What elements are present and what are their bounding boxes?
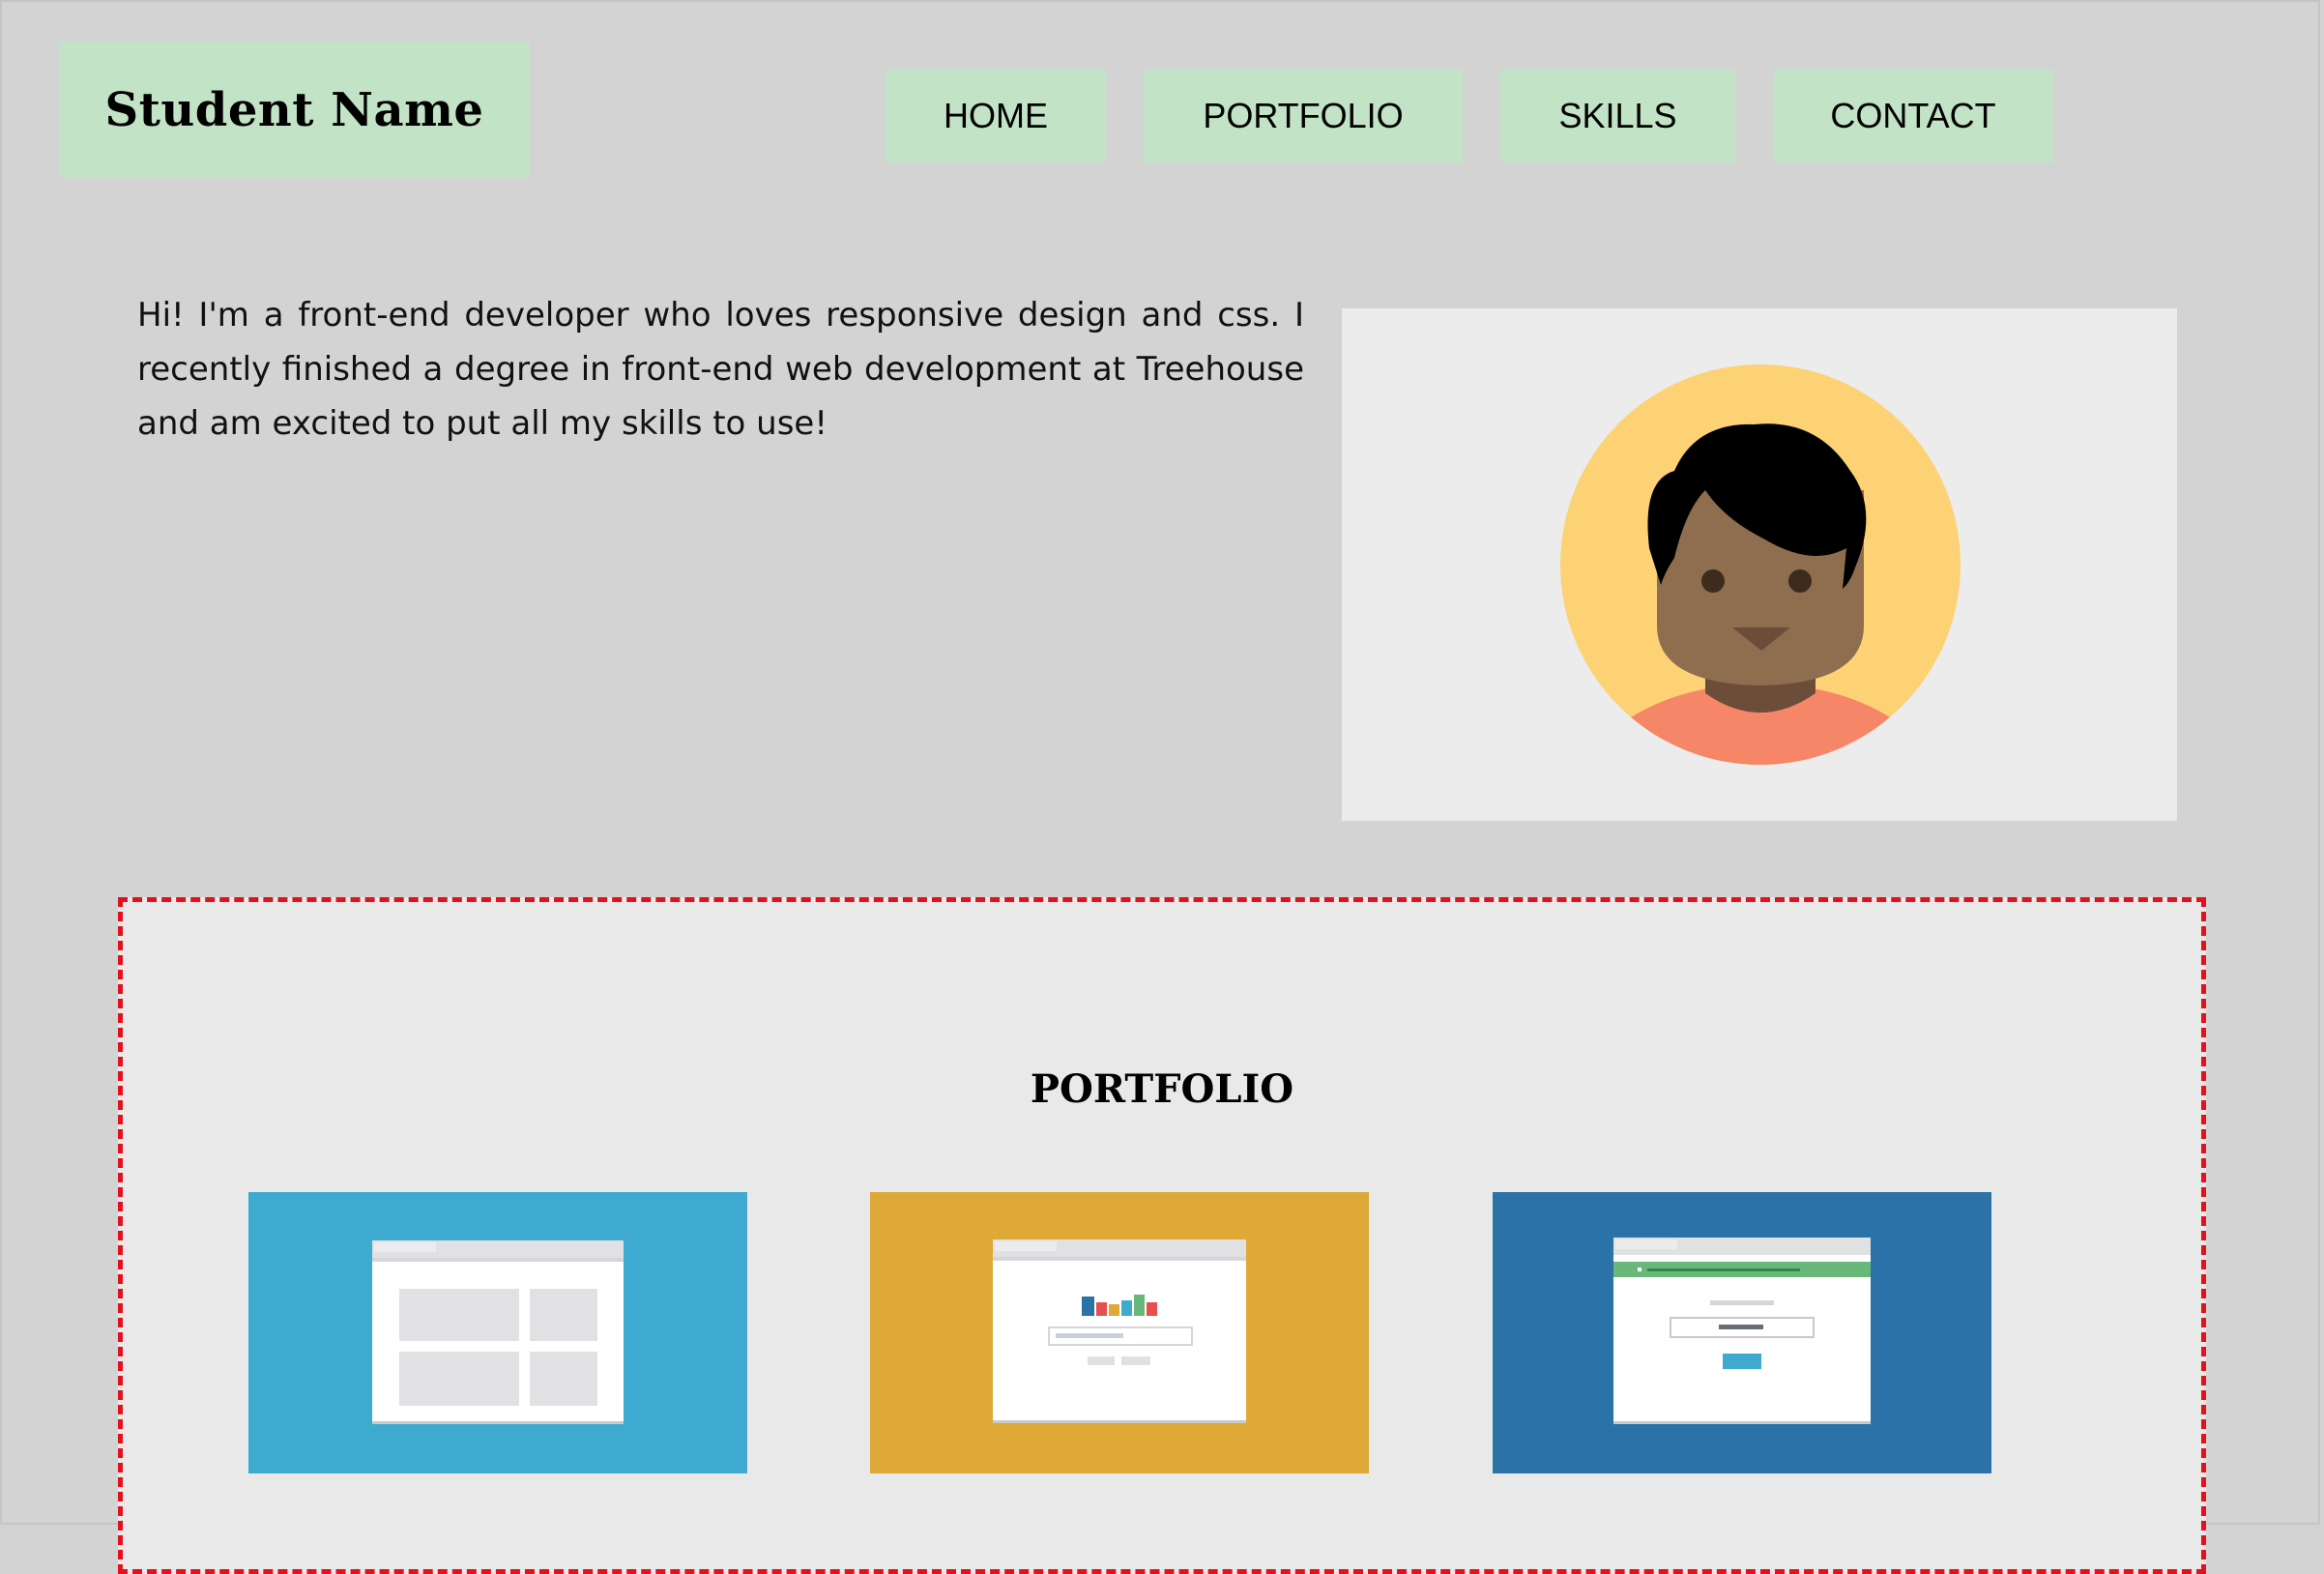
form-signup-thumbnail-icon [1493,1192,1991,1473]
avatar-panel [1342,308,2177,821]
nav-contact-link[interactable]: CONTACT [1773,70,2053,162]
intro-text: Hi! I'm a front-end developer who loves … [137,296,1304,443]
portfolio-card-form[interactable] [1493,1192,1991,1473]
portfolio-section: PORTFOLIO [118,897,2206,1574]
avatar-icon [1560,364,1961,765]
brand-logo[interactable]: Student Name [59,42,530,178]
nav-skills-link[interactable]: SKILLS [1500,70,1735,162]
brand-name: Student Name [104,82,484,137]
chart-search-thumbnail-icon [870,1192,1369,1473]
nav-home-link[interactable]: HOME [886,70,1106,162]
portfolio-card-layout[interactable] [248,1192,747,1473]
portfolio-heading: PORTFOLIO [1030,1066,1294,1112]
layout-grid-thumbnail-icon [248,1192,747,1473]
nav-portfolio-link[interactable]: PORTFOLIO [1144,70,1463,162]
portfolio-card-chart[interactable] [870,1192,1369,1473]
